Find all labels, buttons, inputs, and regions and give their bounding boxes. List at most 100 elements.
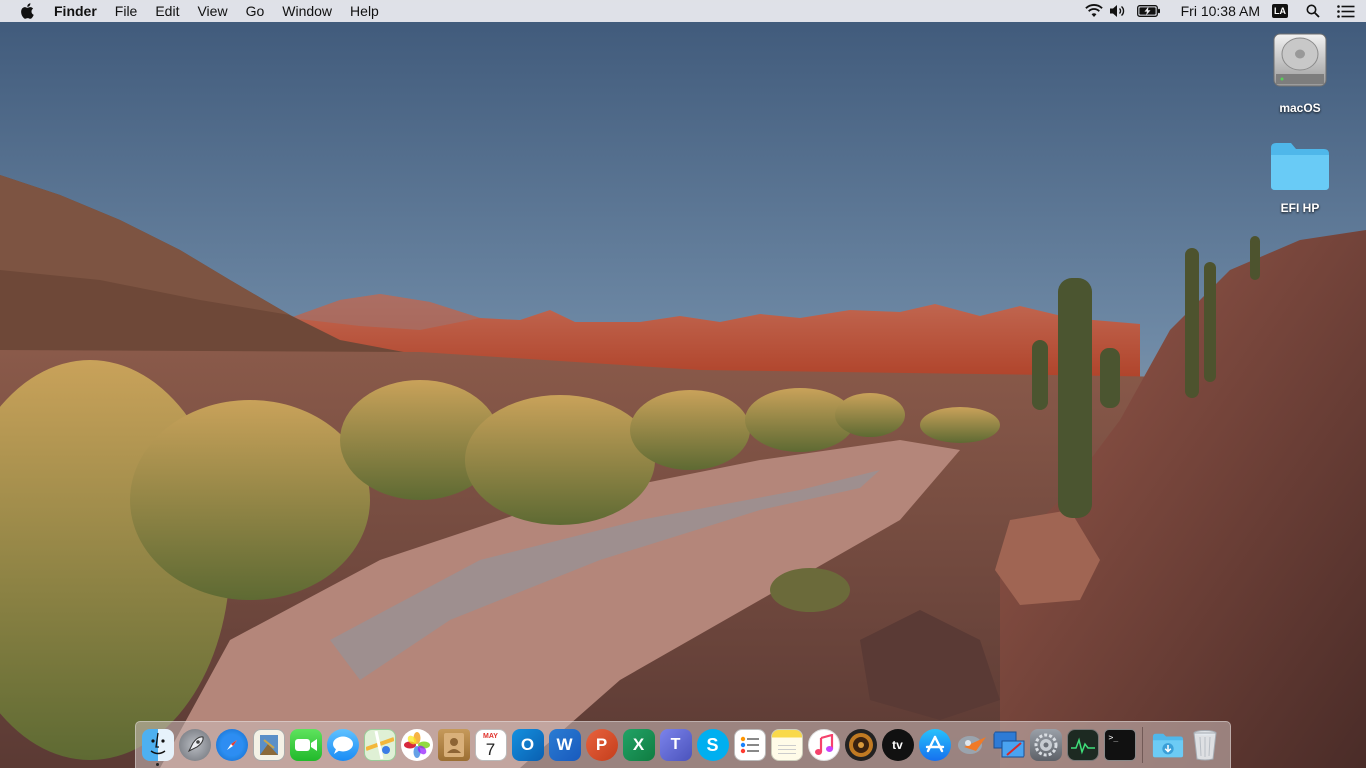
powerpoint-icon: P <box>585 729 618 761</box>
outlook-icon: O <box>511 729 544 761</box>
dock: MAY 7 O W P X T S tv >_ <box>135 721 1231 768</box>
dock-item-teams[interactable]: T <box>657 723 694 767</box>
excel-icon: X <box>622 729 655 761</box>
skype-letter: S <box>706 734 719 755</box>
dock-separator <box>1142 727 1143 763</box>
volume-menu[interactable] <box>1105 0 1131 22</box>
downloads-folder-icon <box>1152 729 1184 761</box>
search-icon <box>1306 4 1320 18</box>
dock-item-photos[interactable] <box>398 723 435 767</box>
dock-item-mail-utility[interactable] <box>953 723 990 767</box>
running-indicator <box>156 763 159 766</box>
dock-item-activity-monitor[interactable] <box>1064 723 1101 767</box>
messages-icon <box>326 729 359 761</box>
menu-edit[interactable]: Edit <box>146 0 188 22</box>
volume-icon <box>1109 5 1124 17</box>
tv-label: tv <box>892 738 903 752</box>
excel-letter: X <box>632 735 645 754</box>
finder-icon <box>141 729 174 761</box>
dock-item-facetime[interactable] <box>287 723 324 767</box>
dock-item-contacts[interactable] <box>435 723 472 767</box>
desktop-icon-label: EFI HP <box>1280 201 1320 215</box>
dock-item-safari[interactable] <box>213 723 250 767</box>
speaker-icon <box>844 729 877 761</box>
battery-charging-icon <box>1136 5 1160 17</box>
dock-item-terminal[interactable]: >_ <box>1101 723 1138 767</box>
menu-bar-left: Finder File Edit View Go Window Help <box>0 0 388 22</box>
calendar-icon: MAY 7 <box>474 729 507 761</box>
battery-menu[interactable] <box>1131 0 1167 22</box>
menu-app-name[interactable]: Finder <box>45 0 106 22</box>
dock-item-app-store[interactable] <box>916 723 953 767</box>
dock-item-calendar[interactable]: MAY 7 <box>472 723 509 767</box>
menu-view[interactable]: View <box>188 0 236 22</box>
menu-clock[interactable]: Fri 10:38 AM <box>1167 0 1270 22</box>
wifi-menu[interactable] <box>1083 0 1105 22</box>
menu-file[interactable]: File <box>106 0 147 22</box>
user-account-menu[interactable]: LA <box>1272 4 1288 18</box>
preview-icon <box>252 729 285 761</box>
terminal-prompt: >_ <box>1108 733 1119 742</box>
teams-icon: T <box>659 729 692 761</box>
dock-item-excel[interactable]: X <box>620 723 657 767</box>
menu-window[interactable]: Window <box>273 0 341 22</box>
terminal-icon: >_ <box>1103 729 1136 761</box>
desktop-icon-label: macOS <box>1279 101 1321 115</box>
dock-item-powerpoint[interactable]: P <box>583 723 620 767</box>
facetime-icon <box>289 729 322 761</box>
dock-item-audio-player[interactable] <box>842 723 879 767</box>
hard-drive-icon <box>1273 33 1327 87</box>
remote-desktop-icon <box>993 729 1025 761</box>
system-preferences-icon <box>1029 729 1062 761</box>
desktop-icon-macos[interactable]: macOS <box>1255 30 1345 115</box>
dock-item-word[interactable]: W <box>546 723 583 767</box>
menu-bar: Finder File Edit View Go Window Help Fri… <box>0 0 1366 22</box>
spotlight-button[interactable] <box>1300 0 1326 22</box>
dock-item-reminders[interactable] <box>731 723 768 767</box>
dock-item-downloads[interactable] <box>1149 723 1186 767</box>
desktop-icon-efi-hp[interactable]: EFI HP <box>1255 140 1345 215</box>
dock-item-outlook[interactable]: O <box>509 723 546 767</box>
skype-icon: S <box>696 729 729 761</box>
menu-bar-status: Fri 10:38 AM LA <box>1083 0 1366 22</box>
dock-item-skype[interactable]: S <box>694 723 731 767</box>
dock-item-trash[interactable] <box>1186 723 1223 767</box>
maps-icon <box>363 729 396 761</box>
dock-item-preview[interactable] <box>250 723 287 767</box>
activity-monitor-icon <box>1066 729 1099 761</box>
desktop-wallpaper <box>0 0 1366 768</box>
dock-item-system-preferences[interactable] <box>1027 723 1064 767</box>
dock-item-tv[interactable]: tv <box>879 723 916 767</box>
apple-logo-icon <box>21 3 34 19</box>
folder-icon <box>1271 143 1329 190</box>
menu-go[interactable]: Go <box>237 0 274 22</box>
teams-letter: T <box>670 736 681 753</box>
menu-help[interactable]: Help <box>341 0 388 22</box>
dock-item-finder[interactable] <box>139 723 176 767</box>
apple-menu-button[interactable] <box>17 0 37 22</box>
trash-icon <box>1189 729 1221 761</box>
outlook-letter: O <box>520 735 535 754</box>
dock-item-remote-desktop[interactable] <box>990 723 1027 767</box>
powerpoint-letter: P <box>595 735 608 754</box>
reminders-icon <box>733 729 766 761</box>
rocket-utility-icon <box>956 729 988 761</box>
word-letter: W <box>556 735 573 754</box>
safari-icon <box>215 729 248 761</box>
dock-item-itunes[interactable] <box>805 723 842 767</box>
notification-center-icon <box>1337 4 1355 18</box>
itunes-icon <box>807 729 840 761</box>
notes-icon <box>770 729 803 761</box>
dock-item-launchpad[interactable] <box>176 723 213 767</box>
photos-icon <box>400 729 433 761</box>
notification-center-button[interactable] <box>1326 0 1366 22</box>
app-store-icon <box>918 729 951 761</box>
launchpad-icon <box>178 729 211 761</box>
dock-item-messages[interactable] <box>324 723 361 767</box>
calendar-day: 7 <box>485 739 496 759</box>
dock-item-maps[interactable] <box>361 723 398 767</box>
word-icon: W <box>548 729 581 761</box>
wifi-icon <box>1084 4 1103 17</box>
contacts-icon <box>437 729 470 761</box>
dock-item-notes[interactable] <box>768 723 805 767</box>
